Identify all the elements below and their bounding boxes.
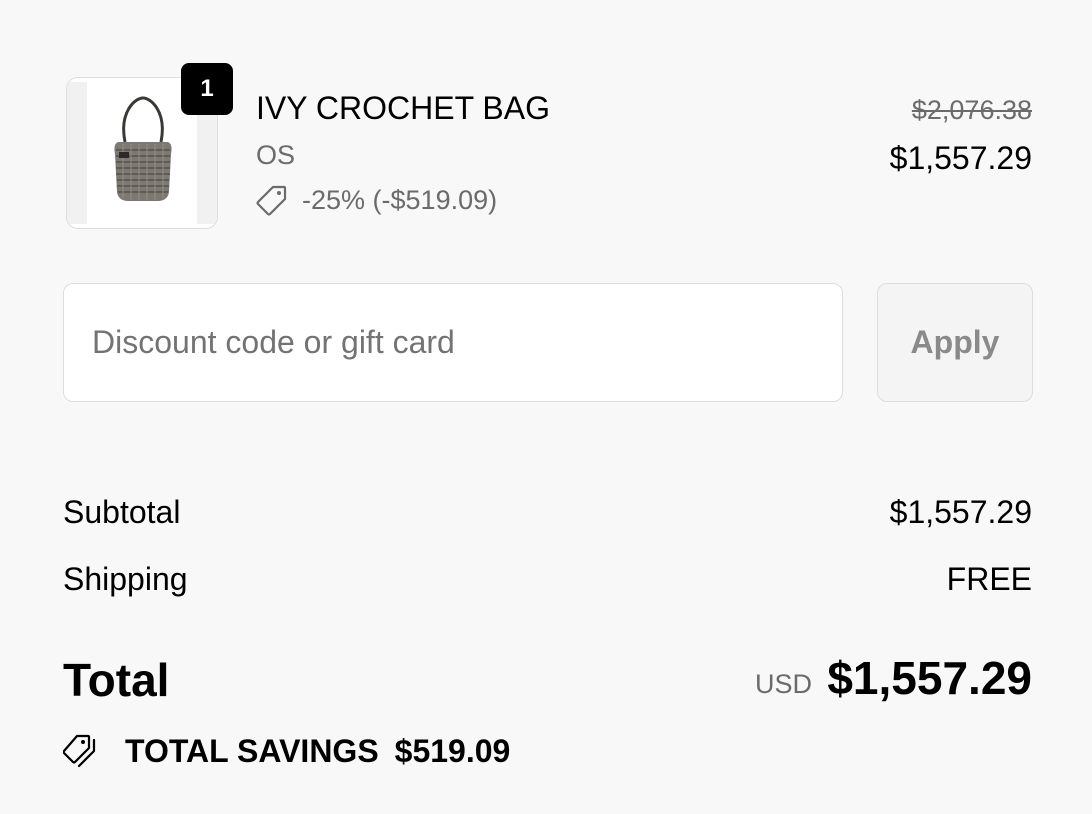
total-label: Total [63, 654, 170, 706]
product-discount-text: -25% (-$519.09) [302, 184, 498, 215]
savings-label: TOTAL SAVINGS [125, 732, 379, 769]
quantity-badge: 1 [181, 63, 233, 115]
bag-product-image [114, 96, 172, 201]
total-currency: USD [754, 669, 812, 699]
item-price: $1,557.29 [889, 140, 1032, 176]
product-discount: -25% (-$519.09) [256, 182, 497, 218]
discount-code-input[interactable] [63, 283, 843, 402]
shipping-label: Shipping [63, 561, 188, 597]
savings-value: $519.09 [394, 732, 511, 769]
subtotal-value: $1,557.29 [889, 494, 1032, 530]
tag-icon [256, 185, 287, 216]
subtotal-label: Subtotal [63, 494, 181, 530]
total-value: $1,557.29 [827, 652, 1032, 704]
shipping-value: FREE [946, 561, 1032, 597]
product-variant: OS [256, 140, 296, 170]
product-title: IVY CROCHET BAG [256, 90, 550, 126]
total-savings: TOTAL SAVINGS $519.09 [63, 730, 510, 772]
original-price: $2,076.38 [911, 95, 1032, 125]
tags-icon [63, 734, 96, 768]
apply-button[interactable]: Apply [877, 283, 1033, 402]
